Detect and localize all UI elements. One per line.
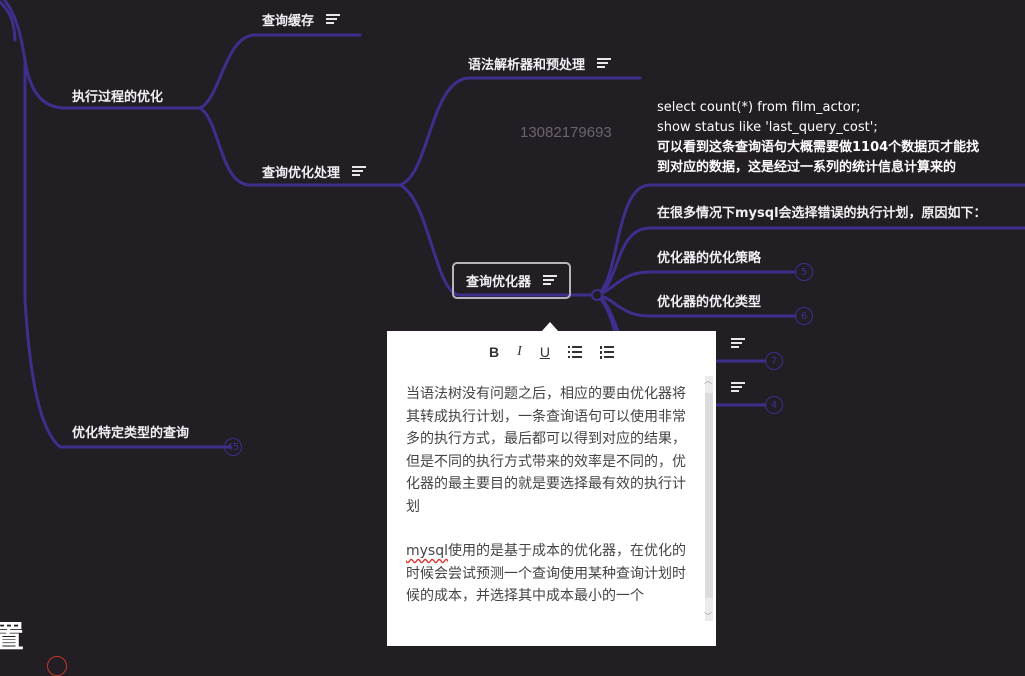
bullet-list-icon[interactable] bbox=[567, 346, 582, 358]
node-wrong-plan[interactable]: 在很多情况下mysql会选择错误的执行计划，原因如下： bbox=[657, 202, 987, 221]
node-query-optimizer-label: 查询优化器 bbox=[466, 275, 532, 290]
node-wrong-plan-label: 在很多情况下mysql会选择错误的执行计划，原因如下： bbox=[657, 206, 987, 221]
note-icon[interactable] bbox=[597, 58, 612, 69]
partial-heading: 置 bbox=[0, 620, 24, 655]
node-parser[interactable]: 语法解析器和预处理 bbox=[468, 54, 612, 73]
numbered-list-icon[interactable] bbox=[599, 346, 614, 359]
note-paragraph-2-text: 使用的是基于成本的优化器，在优化的时候会尝试预测一个查询使用某种查询计划时候的成… bbox=[406, 543, 686, 604]
underline-button[interactable]: U bbox=[540, 344, 550, 360]
scroll-up-icon[interactable]: ︿ bbox=[704, 375, 712, 386]
sql-line-3: 可以看到这条查询语句大概需要做1104个数据页才能找 bbox=[657, 140, 980, 155]
note-icon[interactable] bbox=[731, 382, 745, 393]
node-query-cache[interactable]: 查询缓存 bbox=[262, 10, 341, 29]
collapse-count-badge[interactable]: 5 bbox=[795, 263, 813, 281]
node-opt-strategy[interactable]: 优化器的优化策略 bbox=[657, 247, 761, 266]
node-specific-type-query-label: 优化特定类型的查询 bbox=[72, 426, 190, 441]
italic-button[interactable]: I bbox=[517, 344, 522, 360]
collapse-count-badge[interactable]: 45 bbox=[224, 438, 242, 456]
node-opt-strategy-label: 优化器的优化策略 bbox=[657, 251, 762, 266]
bold-button[interactable]: B bbox=[489, 344, 499, 360]
sql-line-1: select count(*) from film_actor; bbox=[657, 100, 861, 115]
node-parser-label: 语法解析器和预处理 bbox=[468, 58, 586, 73]
note-editor-popover: B I U ︿ ﹀ 当语法树没有问题之后，相应的要由优化器将其转成执行计划，一条… bbox=[387, 331, 716, 646]
node-query-opt-process-label: 查询优化处理 bbox=[262, 166, 341, 181]
note-paragraph-1: 当语法树没有问题之后，相应的要由优化器将其转成执行计划，一条查询语句可以使用非常… bbox=[406, 386, 686, 515]
format-toolbar: B I U bbox=[387, 331, 716, 373]
node-opt-type[interactable]: 优化器的优化类型 bbox=[657, 291, 761, 310]
note-icon[interactable] bbox=[731, 338, 745, 349]
node-specific-type-query[interactable]: 优化特定类型的查询 bbox=[72, 422, 189, 441]
sql-line-4: 到对应的数据，这是经过一系列的统计信息计算来的 bbox=[657, 160, 957, 175]
note-icon[interactable] bbox=[543, 275, 558, 286]
collapse-count-badge[interactable]: 4 bbox=[765, 396, 783, 414]
note-icon[interactable] bbox=[352, 166, 367, 177]
scrollbar-thumb[interactable] bbox=[705, 393, 713, 598]
note-paragraph-2: mysql使用的是基于成本的优化器，在优化的时候会尝试预测一个查询使用某种查询计… bbox=[406, 540, 686, 608]
note-text-editor[interactable]: 当语法树没有问题之后，相应的要由优化器将其转成执行计划，一条查询语句可以使用非常… bbox=[406, 383, 686, 630]
collapse-count-badge[interactable]: 7 bbox=[765, 352, 783, 370]
partial-badge bbox=[47, 656, 67, 676]
sql-line-2: show status like 'last_query_cost'; bbox=[657, 120, 878, 135]
node-opt-type-label: 优化器的优化类型 bbox=[657, 295, 762, 310]
note-icon[interactable] bbox=[326, 14, 341, 25]
node-query-optimizer[interactable]: 查询优化器 bbox=[452, 262, 572, 299]
scroll-down-icon[interactable]: ﹀ bbox=[704, 611, 712, 622]
collapse-count-badge[interactable]: 6 bbox=[795, 307, 813, 325]
misspelled-word: mysql bbox=[406, 543, 448, 559]
node-query-cache-label: 查询缓存 bbox=[262, 14, 315, 29]
node-exec-optimization[interactable]: 执行过程的优化 bbox=[72, 86, 163, 105]
node-sql-note[interactable]: select count(*) from film_actor; show st… bbox=[657, 98, 979, 178]
watermark: 13082179693 bbox=[520, 124, 612, 141]
node-exec-optimization-label: 执行过程的优化 bbox=[72, 90, 164, 105]
node-query-opt-process[interactable]: 查询优化处理 bbox=[262, 162, 367, 181]
